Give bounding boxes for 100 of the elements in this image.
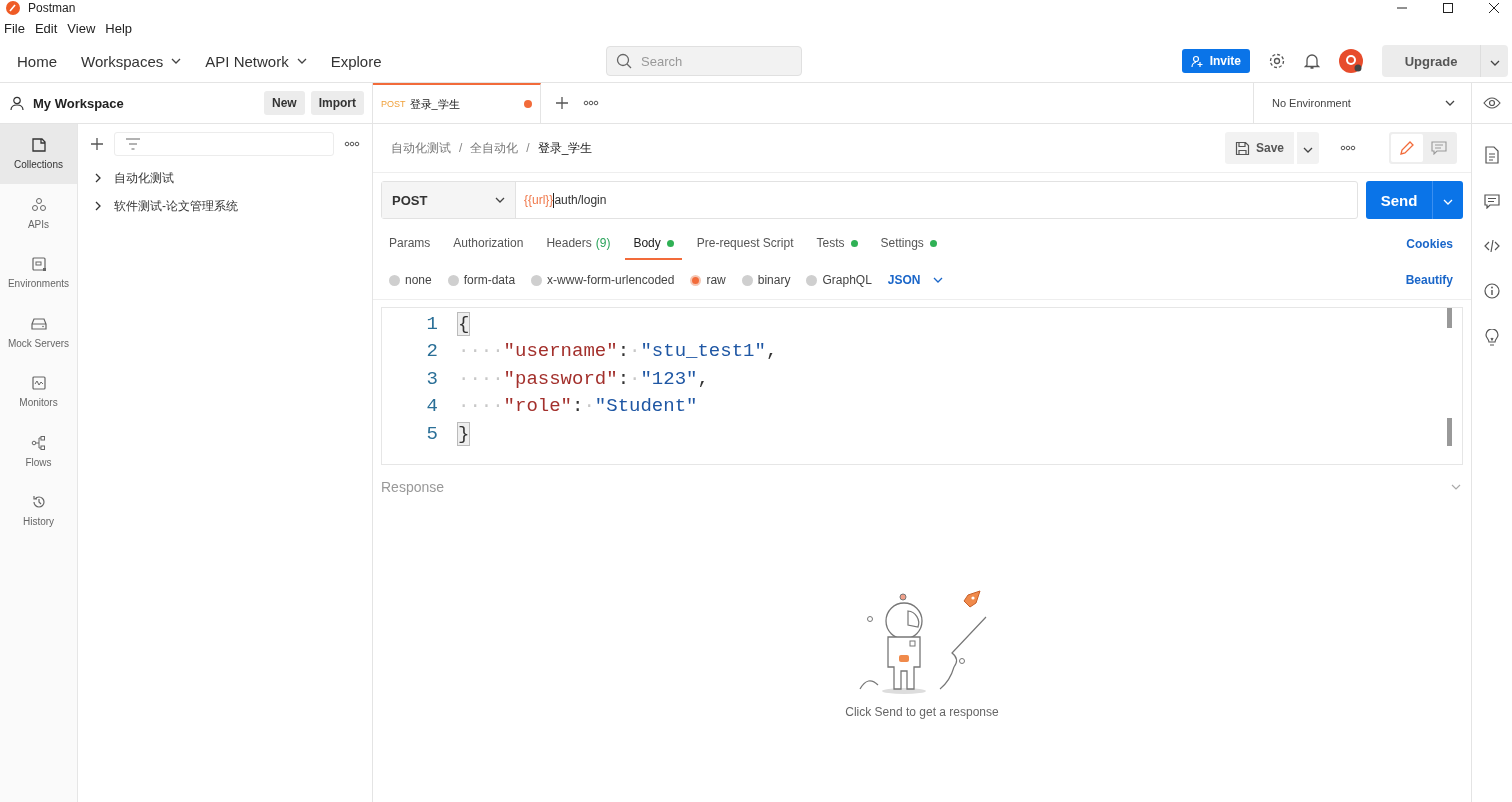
line-number: 2 xyxy=(425,340,439,363)
panel-icon xyxy=(30,256,47,273)
chevron-down-icon xyxy=(1303,146,1313,153)
rail-item[interactable]: Environments xyxy=(0,243,77,303)
cookies-link[interactable]: Cookies xyxy=(1406,237,1453,251)
method-dropdown[interactable]: POST xyxy=(382,182,516,218)
request-section-tab[interactable]: Tests xyxy=(808,228,866,260)
format-dropdown[interactable]: JSON xyxy=(887,273,943,287)
chevron-down-icon xyxy=(495,197,505,203)
window-title: Postman xyxy=(28,1,76,15)
collection-item[interactable]: 自动化测试 xyxy=(78,164,372,192)
beautify-link[interactable]: Beautify xyxy=(1405,273,1453,287)
close-icon[interactable] xyxy=(1488,2,1500,14)
history-icon xyxy=(30,494,47,511)
settings-icon[interactable] xyxy=(1268,52,1286,70)
request-section-tab[interactable]: Headers (9) xyxy=(538,228,619,260)
code-editor[interactable]: 1 { 2 ····"username":·"stu_test1", 3 ····"password":·"123", 4 ····"role":·"Student" 5 } xyxy=(381,307,1463,465)
menu-item[interactable]: Help xyxy=(105,20,133,36)
pencil-icon xyxy=(1399,140,1415,156)
url-path: auth/login xyxy=(554,193,607,207)
maximize-icon[interactable] xyxy=(1442,2,1454,14)
rail-item[interactable]: Flows xyxy=(0,421,77,481)
rail-item[interactable]: APIs xyxy=(0,183,77,243)
response-title: Response xyxy=(381,479,445,495)
nav-item[interactable]: Explore xyxy=(319,46,393,76)
breadcrumb-item[interactable]: 全自动化 xyxy=(470,139,519,157)
eye-icon[interactable] xyxy=(1483,97,1501,109)
code-line: ····"username":·"stu_test1", xyxy=(458,340,778,363)
rail-item[interactable]: Monitors xyxy=(0,362,77,422)
search-field[interactable]: Search xyxy=(606,46,802,76)
add-icon[interactable] xyxy=(90,137,104,151)
environment-dropdown[interactable]: No Environment xyxy=(1253,83,1471,123)
workspace-button[interactable]: New xyxy=(263,91,305,115)
chevron-down-icon xyxy=(1443,198,1453,205)
more-icon[interactable] xyxy=(344,141,360,147)
filter-icon xyxy=(125,138,141,150)
menu-item[interactable]: Edit xyxy=(34,20,58,36)
request-tab[interactable]: POST 登录_学生 xyxy=(373,83,541,123)
more-icon[interactable] xyxy=(1340,145,1356,151)
request-section-tab[interactable]: Pre-request Script xyxy=(688,228,802,260)
line-number: 1 xyxy=(425,312,439,335)
chevron-down-icon xyxy=(1489,59,1500,66)
invite-button[interactable]: Invite xyxy=(1181,49,1250,73)
server-icon xyxy=(30,315,47,332)
add-user-icon xyxy=(1190,54,1204,68)
chevron-down-icon xyxy=(171,58,182,64)
comment-icon[interactable] xyxy=(1484,194,1500,209)
circles-icon xyxy=(30,196,47,213)
filter-field[interactable] xyxy=(114,132,334,156)
breadcrumb-separator: / xyxy=(459,141,463,155)
search-icon xyxy=(616,53,632,69)
avatar-icon[interactable] xyxy=(1338,48,1364,74)
body-type-radio[interactable]: x-www-form-urlencoded xyxy=(531,273,675,287)
request-section-tab[interactable]: Settings xyxy=(872,228,945,260)
line-number: 3 xyxy=(425,367,439,390)
code-line: ····"password":·"123", xyxy=(458,367,709,390)
code-icon[interactable] xyxy=(1484,239,1500,253)
more-icon[interactable] xyxy=(583,100,599,106)
nav-item[interactable]: API Network xyxy=(194,46,318,76)
collection-item[interactable]: 软件测试-论文管理系统 xyxy=(78,192,372,220)
menu-item[interactable]: View xyxy=(67,20,96,36)
url-field[interactable]: POST {{url}}auth/login xyxy=(381,181,1358,219)
rail-item[interactable]: Mock Servers xyxy=(0,302,77,362)
url-variable: {{url}} xyxy=(524,193,554,207)
nav-item[interactable]: Home xyxy=(6,46,68,76)
request-section-tab[interactable]: Body xyxy=(625,228,682,260)
edit-mode-button[interactable] xyxy=(1391,134,1423,162)
body-type-radio[interactable]: form-data xyxy=(447,273,516,287)
chevron-down-icon xyxy=(932,277,943,283)
breadcrumb-item[interactable]: 自动化测试 xyxy=(391,139,451,157)
document-icon[interactable] xyxy=(1485,146,1499,164)
code-line: ····"role":·"Student" xyxy=(458,395,698,418)
workspace-button[interactable]: Import xyxy=(310,91,364,115)
rail-item[interactable]: History xyxy=(0,481,77,541)
add-icon[interactable] xyxy=(555,96,569,110)
body-type-radio[interactable]: binary xyxy=(741,273,791,287)
folder-icon xyxy=(30,137,47,154)
breadcrumb-separator: / xyxy=(526,141,530,155)
line-number: 4 xyxy=(425,395,439,418)
comment-icon xyxy=(1431,141,1447,155)
nodes-icon xyxy=(30,434,47,451)
breadcrumb-item: 登录_学生 xyxy=(537,139,593,157)
rail-item[interactable]: Collections xyxy=(0,124,77,184)
workspace-name: My Workspace xyxy=(33,95,124,111)
empty-state-hint: Click Send to get a response xyxy=(845,705,999,719)
body-type-radio[interactable]: GraphQL xyxy=(806,273,872,287)
request-section-tab[interactable]: Authorization xyxy=(445,228,532,260)
pulse-icon xyxy=(30,375,47,392)
user-icon xyxy=(10,95,24,111)
menu-item[interactable]: File xyxy=(4,20,25,36)
info-icon[interactable] xyxy=(1484,283,1500,299)
nav-item[interactable]: Workspaces xyxy=(70,46,193,76)
chevron-down-icon xyxy=(1445,100,1455,106)
chevron-down-icon xyxy=(296,58,307,64)
lightbulb-icon[interactable] xyxy=(1484,329,1500,347)
request-section-tab[interactable]: Params xyxy=(381,228,439,260)
bell-icon[interactable] xyxy=(1304,52,1320,70)
body-type-radio[interactable]: raw xyxy=(690,273,726,287)
save-button[interactable]: Save xyxy=(1224,132,1294,164)
body-type-radio[interactable]: none xyxy=(389,273,432,287)
